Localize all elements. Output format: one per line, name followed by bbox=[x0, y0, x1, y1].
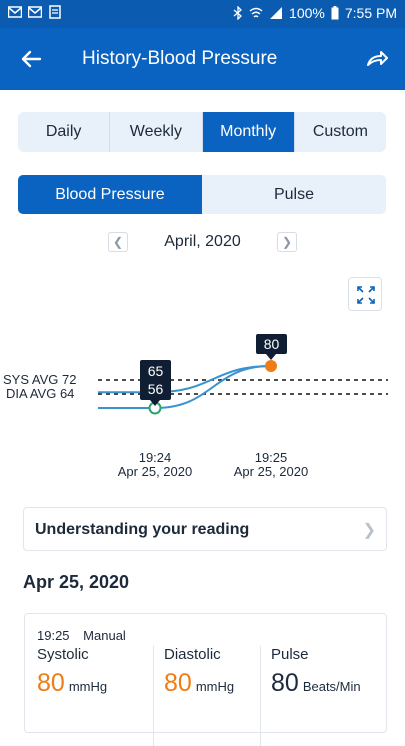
x-tick-date: Apr 25, 2020 bbox=[118, 464, 192, 479]
chevron-right-icon: ❯ bbox=[362, 522, 376, 539]
pulse-label: Pulse bbox=[271, 646, 309, 663]
document-icon bbox=[49, 5, 61, 19]
wifi-icon bbox=[249, 7, 263, 18]
battery-icon bbox=[331, 6, 339, 20]
reading-card[interactable]: 19:25 Manual Systolic 80 mmHg Diastolic 8… bbox=[24, 613, 387, 746]
tab-pulse[interactable]: Pulse bbox=[202, 175, 386, 214]
series-line bbox=[98, 365, 272, 409]
month-navigator: ❮ April, 2020 ❯ bbox=[0, 230, 405, 254]
systolic-label: Systolic bbox=[37, 646, 89, 663]
share-icon[interactable] bbox=[365, 46, 389, 70]
metric-tabs: Blood Pressure Pulse bbox=[18, 175, 386, 214]
expand-icon bbox=[357, 286, 375, 304]
systolic-unit: mmHg bbox=[68, 679, 108, 694]
period-tabs: Daily Weekly Monthly Custom bbox=[18, 112, 386, 152]
clock: 7:55 PM bbox=[344, 5, 397, 21]
status-bar: 100% 7:55 PM bbox=[0, 0, 405, 28]
pulse-column: Pulse 80 Beats/Min bbox=[260, 646, 361, 746]
tooltip-value: 56 bbox=[148, 381, 164, 397]
tab-custom[interactable]: Custom bbox=[295, 112, 386, 152]
reading-mode: Manual bbox=[83, 628, 126, 643]
month-label: April, 2020 bbox=[164, 233, 241, 250]
bluetooth-icon bbox=[233, 6, 243, 20]
gmail-icon bbox=[28, 6, 42, 18]
blood-pressure-chart: SYS AVG 72 DIA AVG 64 65 56 80 19:24 Apr… bbox=[3, 334, 388, 479]
pulse-unit: Beats/Min bbox=[302, 679, 361, 694]
diastolic-column: Diastolic 80 mmHg bbox=[153, 646, 234, 746]
x-tick-time: 19:25 bbox=[255, 450, 288, 465]
page-title: History-Blood Pressure bbox=[82, 48, 278, 69]
dia-avg-label: DIA AVG 64 bbox=[6, 386, 74, 401]
tab-blood-pressure[interactable]: Blood Pressure bbox=[18, 175, 202, 214]
chevron-right-icon[interactable]: ❯ bbox=[277, 232, 297, 252]
understanding-label: Understanding your reading bbox=[35, 521, 250, 538]
tooltip-value: 65 bbox=[148, 363, 164, 379]
pulse-value: 80 bbox=[271, 669, 299, 697]
systolic-value: 80 bbox=[37, 669, 65, 697]
tab-weekly[interactable]: Weekly bbox=[110, 112, 203, 152]
diastolic-unit: mmHg bbox=[195, 679, 235, 694]
x-tick-date: Apr 25, 2020 bbox=[234, 464, 308, 479]
diastolic-value: 80 bbox=[164, 669, 192, 697]
understanding-reading-link[interactable]: Understanding your reading ❯ bbox=[23, 507, 387, 551]
sys-avg-label: SYS AVG 72 bbox=[3, 372, 76, 387]
data-point bbox=[265, 360, 277, 372]
diastolic-label: Diastolic bbox=[164, 646, 221, 663]
systolic-column: Systolic 80 mmHg bbox=[37, 646, 107, 726]
battery-percent: 100% bbox=[289, 5, 325, 21]
reading-meta: 19:25 Manual bbox=[37, 628, 136, 643]
gmail-icon bbox=[8, 6, 22, 18]
signal-icon bbox=[270, 7, 283, 19]
expand-button[interactable] bbox=[348, 277, 382, 311]
tooltip-pointer bbox=[266, 354, 276, 360]
x-tick-time: 19:24 bbox=[139, 450, 172, 465]
entry-date-heading: Apr 25, 2020 bbox=[23, 572, 130, 592]
tooltip-value: 80 bbox=[264, 336, 280, 352]
tab-daily[interactable]: Daily bbox=[18, 112, 111, 152]
arrow-left-icon[interactable] bbox=[18, 46, 44, 72]
tab-monthly[interactable]: Monthly bbox=[202, 112, 295, 152]
app-bar: History-Blood Pressure bbox=[0, 28, 405, 90]
reading-time: 19:25 bbox=[37, 628, 70, 643]
